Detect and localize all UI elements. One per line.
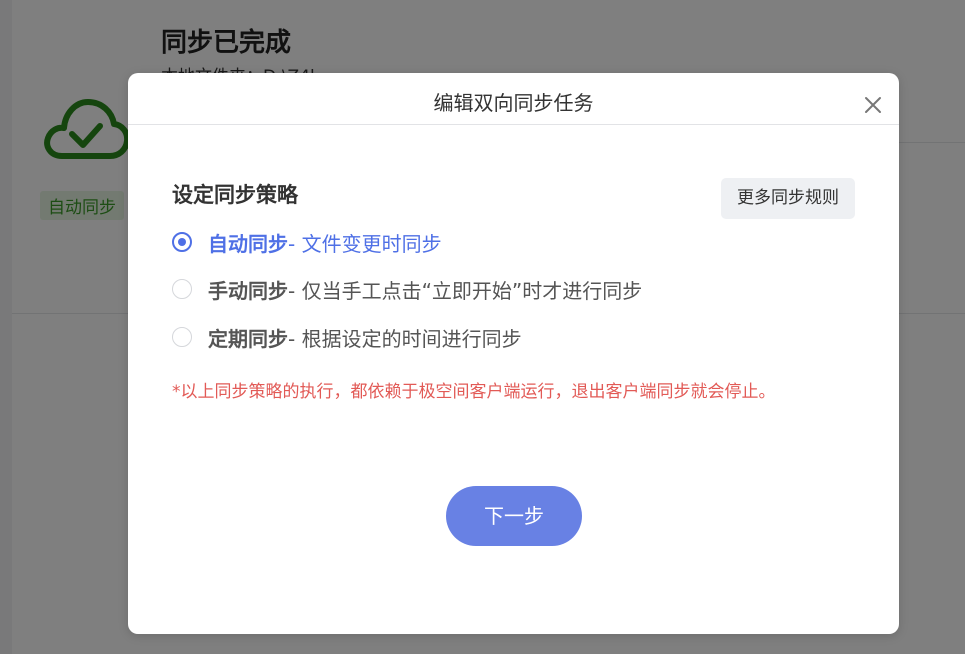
- option-scheduled-sync[interactable]: 定期同步 - 根据设定的时间进行同步: [172, 323, 522, 351]
- radio-scheduled-sync[interactable]: [172, 327, 192, 347]
- section-title: 设定同步策略: [172, 183, 298, 207]
- option-description: - 仅当手工点击“立即开始”时才进行同步: [288, 278, 643, 303]
- option-manual-sync[interactable]: 手动同步 - 仅当手工点击“立即开始”时才进行同步: [172, 275, 642, 303]
- radio-auto-sync[interactable]: [172, 232, 192, 252]
- dialog-title: 编辑双向同步任务: [433, 91, 594, 115]
- dialog-header: 编辑双向同步任务: [128, 73, 899, 125]
- option-name: 手动同步: [208, 278, 288, 303]
- next-step-button[interactable]: 下一步: [446, 486, 582, 546]
- option-description: - 文件变更时同步: [288, 231, 442, 256]
- close-icon[interactable]: [863, 95, 883, 115]
- option-description: - 根据设定的时间进行同步: [288, 326, 522, 351]
- radio-manual-sync[interactable]: [172, 279, 192, 299]
- edit-sync-task-dialog: 编辑双向同步任务 设定同步策略 更多同步规则 自动同步 - 文件变更时同步 手动…: [128, 73, 899, 634]
- more-sync-rules-button[interactable]: 更多同步规则: [721, 178, 855, 219]
- option-name: 自动同步: [208, 231, 288, 256]
- option-auto-sync[interactable]: 自动同步 - 文件变更时同步: [172, 228, 442, 256]
- option-name: 定期同步: [208, 326, 288, 351]
- strategy-warning-note: *以上同步策略的执行，都依赖于极空间客户端运行，退出客户端同步就会停止。: [172, 382, 776, 402]
